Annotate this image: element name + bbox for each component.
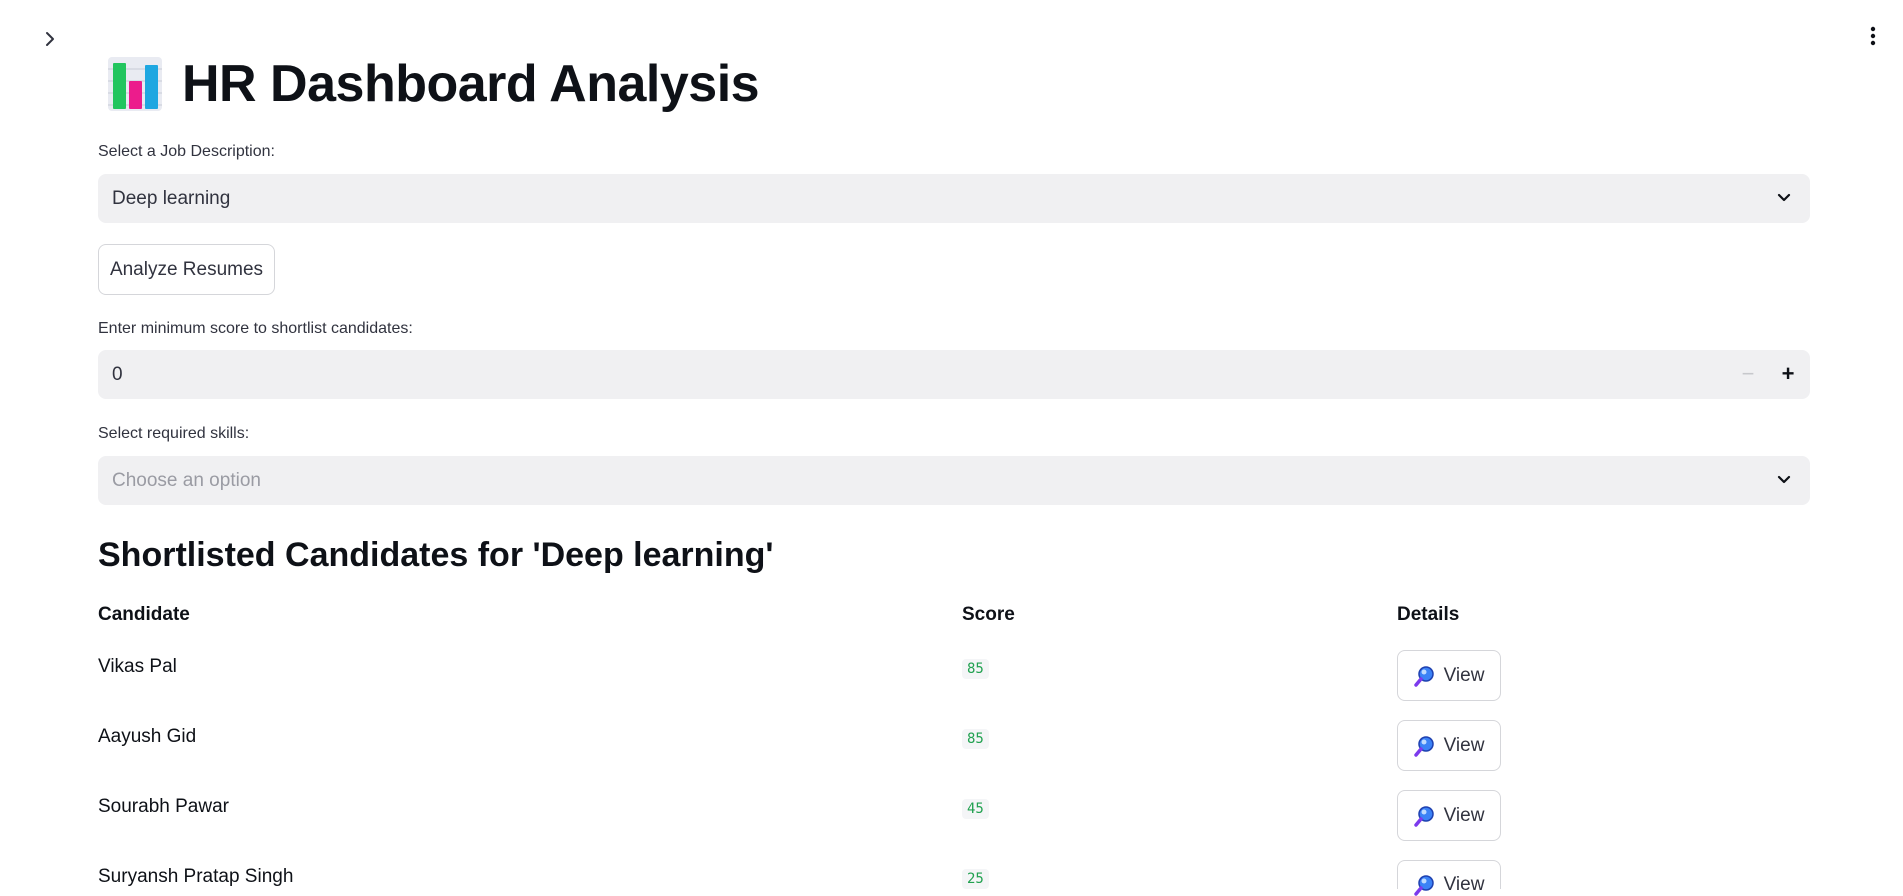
score-badge: 45 (962, 799, 989, 819)
increment-button[interactable]: + (1776, 361, 1800, 386)
candidate-name: Aayush Gid (98, 726, 197, 747)
view-details-button[interactable]: View (1397, 720, 1501, 771)
chevron-down-icon (1777, 193, 1791, 202)
skills-placeholder: Choose an option (112, 469, 261, 491)
chevron-down-icon (1777, 475, 1791, 484)
magnifying-glass-icon (1413, 665, 1434, 687)
magnifying-glass-icon (1413, 805, 1434, 827)
view-button-label: View (1443, 804, 1485, 826)
candidate-name: Sourabh Pawar (98, 796, 229, 817)
page-title: HR Dashboard Analysis (182, 55, 760, 113)
view-button-label: View (1443, 874, 1485, 895)
job-select-label: Select a Job Description: (98, 143, 275, 160)
view-button-label: View (1443, 664, 1485, 686)
score-badge: 25 (962, 869, 989, 889)
min-score-input[interactable]: 0 − + (98, 350, 1810, 399)
column-header-candidate: Candidate (98, 604, 190, 625)
min-score-label: Enter minimum score to shortlist candida… (98, 320, 413, 337)
magnifying-glass-icon (1413, 735, 1434, 757)
column-header-details: Details (1397, 604, 1460, 625)
view-details-button[interactable]: View (1397, 650, 1501, 701)
job-description-select[interactable]: Deep learning (98, 174, 1810, 223)
decrement-button[interactable]: − (1736, 361, 1760, 386)
kebab-menu-icon (1870, 26, 1876, 46)
candidate-name: Suryansh Pratap Singh (98, 866, 294, 887)
main-menu-button[interactable] (1861, 22, 1885, 50)
min-score-value: 0 (112, 363, 123, 385)
chevron-right-icon (46, 32, 54, 46)
skills-multiselect[interactable]: Choose an option (98, 456, 1810, 505)
view-details-button[interactable]: View (1397, 860, 1501, 896)
skills-select-label: Select required skills: (98, 425, 250, 442)
job-select-value: Deep learning (112, 187, 231, 209)
bar-chart-icon (108, 57, 162, 111)
score-badge: 85 (962, 729, 989, 749)
candidate-name: Vikas Pal (98, 656, 177, 677)
view-details-button[interactable]: View (1397, 790, 1501, 841)
column-header-score: Score (962, 604, 1015, 625)
view-button-label: View (1443, 734, 1485, 756)
shortlist-heading: Shortlisted Candidates for 'Deep learnin… (98, 536, 774, 574)
analyze-resumes-button[interactable]: Analyze Resumes (98, 244, 275, 295)
magnifying-glass-icon (1413, 875, 1434, 896)
title-row: HR Dashboard Analysis (106, 55, 760, 113)
score-badge: 85 (962, 659, 989, 679)
sidebar-expand-button[interactable] (38, 27, 62, 51)
